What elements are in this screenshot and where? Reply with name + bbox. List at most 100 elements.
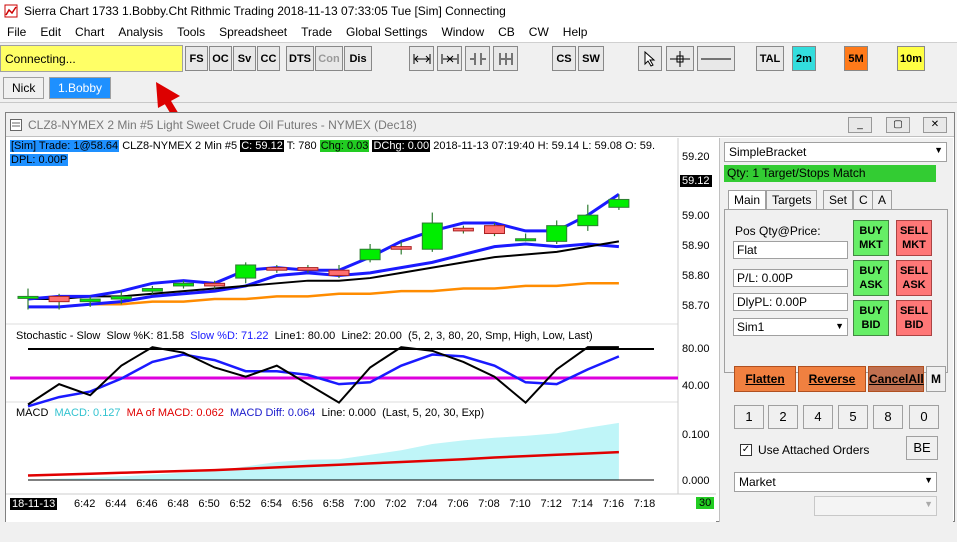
qty-button-2[interactable]: 2 (768, 405, 798, 429)
timeframe-10m-button[interactable]: 10m (897, 46, 925, 71)
tal-button[interactable]: TAL (756, 46, 784, 71)
bar-spacing-decrease-icon[interactable] (465, 46, 490, 71)
menu-cw[interactable]: CW (522, 22, 556, 42)
candle-body (235, 264, 257, 279)
time-axis-label: 7:18 (633, 498, 656, 510)
dpl-line: DPL: 0.00P (10, 154, 69, 166)
macd-axis-low: 0.000 (682, 475, 710, 487)
price-axis-label: 58.80 (682, 270, 710, 282)
time-axis-label: 6:56 (291, 498, 314, 510)
stoch-line2: Line2: 20.00 (341, 330, 402, 342)
sw-button[interactable]: SW (578, 46, 604, 71)
dts-button[interactable]: DTS (286, 46, 314, 71)
timeframe-5m-button[interactable]: 5M (844, 46, 868, 71)
minimize-icon[interactable]: _ (848, 117, 872, 133)
menu-analysis[interactable]: Analysis (111, 22, 170, 42)
horizontal-line-tool-icon[interactable] (697, 46, 735, 71)
menu-window[interactable]: Window (434, 22, 491, 42)
window-title: Sierra Chart 1733 1.Bobby.Cht Rithmic Tr… (24, 4, 506, 18)
sv-button[interactable]: Sv (233, 46, 256, 71)
menu-bar: File Edit Chart Analysis Tools Spreadsheet Tra… (0, 22, 957, 42)
menu-help[interactable]: Help (556, 22, 595, 42)
m-button[interactable]: M (926, 366, 946, 392)
toolbar: Connecting... FS OC Sv CC DTS Con Dis CS… (0, 42, 957, 72)
qty-button-5[interactable]: 5 (838, 405, 868, 429)
use-attached-orders-checkbox[interactable]: ✓ (740, 444, 752, 456)
menu-chart[interactable]: Chart (68, 22, 111, 42)
qty-button-8[interactable]: 8 (873, 405, 903, 429)
price-axis-label: 59.20 (682, 151, 710, 163)
menu-spreadsheet[interactable]: Spreadsheet (212, 22, 294, 42)
tab-1-bobby[interactable]: 1.Bobby (49, 77, 112, 99)
qty-button-1[interactable]: 1 (734, 405, 764, 429)
sell-ask-button[interactable]: SELL ASK (896, 260, 932, 296)
menu-trade[interactable]: Trade (294, 22, 339, 42)
menu-file[interactable]: File (0, 22, 33, 42)
macd-ma-value: MA of MACD: 0.062 (126, 407, 224, 419)
macd-line-value: Line: 0.000 (321, 407, 376, 419)
chevron-down-icon: ▼ (924, 475, 933, 485)
order-type-market-select[interactable]: Market ▼ (734, 472, 937, 492)
crosshair-tool-icon[interactable] (666, 46, 694, 71)
chart-window-titlebar: CLZ8-NYMEX 2 Min #5 Light Sweet Crude Oi… (6, 113, 954, 137)
candle-body (297, 267, 319, 271)
chart-area[interactable]: [Sim] Trade: 1@58.64 CLZ8-NYMEX 2 Min #5… (6, 138, 716, 522)
tab-main[interactable]: Main (728, 190, 767, 210)
qty-button-0[interactable]: 0 (909, 405, 939, 429)
current-price-badge: 59.12 (680, 175, 712, 187)
candle-body (48, 295, 70, 303)
time-axis-label: 7:00 (353, 498, 376, 510)
candle-body (17, 295, 39, 299)
tab-targets[interactable]: Targets (766, 190, 818, 210)
symbol-label: CLZ8-NYMEX 2 Min #5 (122, 140, 238, 152)
sell-market-button[interactable]: SELL MKT (896, 220, 932, 256)
buy-bid-button[interactable]: BUY BID (853, 300, 889, 336)
time-axis-label: 7:06 (447, 498, 469, 510)
time-axis-label: 7:12 (540, 498, 562, 510)
buy-market-button[interactable]: BUY MKT (853, 220, 889, 256)
position-field: Flat (733, 241, 848, 259)
menu-global-settings[interactable]: Global Settings (339, 22, 434, 42)
dpl-label: DPL: 0.00P (10, 154, 69, 166)
oc-button[interactable]: OC (209, 46, 232, 71)
trade-count-label: T: 780 (286, 140, 317, 152)
tab-set[interactable]: Set (823, 190, 854, 210)
cc-button[interactable]: CC (257, 46, 280, 71)
account-value: Sim1 (737, 320, 765, 334)
fs-button[interactable]: FS (185, 46, 208, 71)
menu-edit[interactable]: Edit (33, 22, 68, 42)
bar-spacing-increase-icon[interactable] (493, 46, 518, 71)
order-type-select[interactable]: SimpleBracket ▼ (724, 142, 947, 162)
menu-cb[interactable]: CB (491, 22, 522, 42)
account-select[interactable]: Sim1 ▼ (733, 318, 848, 336)
buy-ask-button[interactable]: BUY ASK (853, 260, 889, 296)
macd-name: MACD (16, 407, 49, 419)
tab-c[interactable]: C (853, 190, 874, 210)
daily-pl-field: DlyPL: 0.00P (733, 293, 848, 311)
menu-tools[interactable]: Tools (170, 22, 212, 42)
cancel-all-button[interactable]: CancelAll (868, 366, 924, 392)
restore-icon[interactable]: ▢ (886, 117, 910, 133)
zoom-out-horizontal-icon[interactable] (409, 46, 434, 71)
tab-a[interactable]: A (872, 190, 893, 210)
pointer-tool-icon[interactable] (638, 46, 662, 71)
candle-body (79, 298, 101, 303)
sell-bid-button[interactable]: SELL BID (896, 300, 932, 336)
time-axis-label: 6:54 (260, 498, 283, 510)
tab-nick[interactable]: Nick (3, 77, 45, 99)
con-button[interactable]: Con (315, 46, 343, 71)
trade-window: SimpleBracket ▼ Qty: 1 Target/Stops Matc… (719, 138, 953, 522)
close-icon[interactable]: ✕ (923, 117, 947, 133)
reverse-button[interactable]: Reverse (798, 366, 866, 392)
qty-button-4[interactable]: 4 (803, 405, 833, 429)
target-select-disabled[interactable]: ▼ (814, 496, 937, 516)
timeframe-2m-button[interactable]: 2m (792, 46, 816, 71)
candle-body (110, 295, 132, 300)
zoom-in-horizontal-icon[interactable] (437, 46, 462, 71)
dis-button[interactable]: Dis (344, 46, 372, 71)
be-button[interactable]: BE (906, 436, 938, 460)
flatten-button[interactable]: Flatten (734, 366, 796, 392)
cs-button[interactable]: CS (552, 46, 576, 71)
change-label: Chg: 0.03 (319, 140, 370, 152)
stoch-params: (5, 2, 3, 80, 20, Smp, High, Low, Last) (408, 330, 593, 342)
